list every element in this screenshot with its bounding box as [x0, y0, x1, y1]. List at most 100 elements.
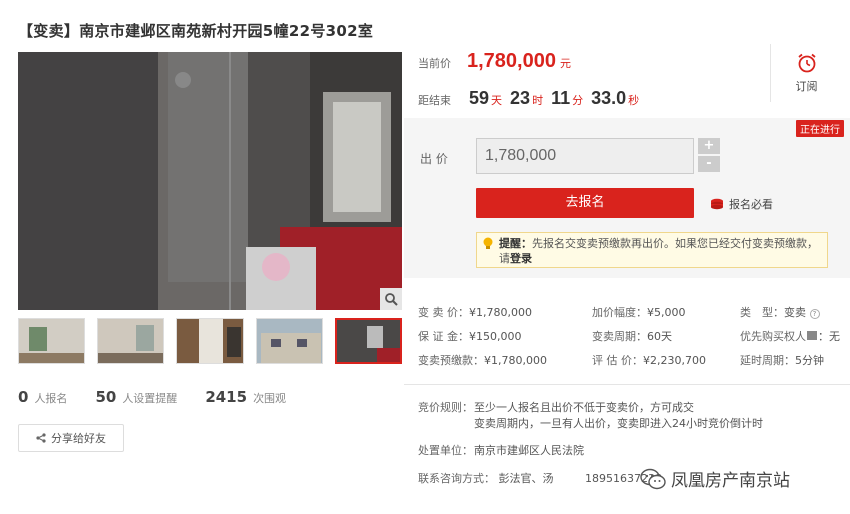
thumbnail-image: [98, 319, 164, 363]
info-key: 加价幅度：: [592, 306, 647, 319]
thumbnail-image: [177, 319, 243, 363]
court-label: 处置单位：: [418, 444, 473, 457]
thumbnail[interactable]: [97, 318, 165, 364]
thumbnail[interactable]: [176, 318, 244, 364]
must-read-link[interactable]: 报名必看: [710, 196, 773, 212]
must-read-label: 报名必看: [729, 198, 773, 211]
thumbnail-active[interactable]: [334, 318, 402, 364]
status-badge: 正在进行: [796, 120, 844, 137]
signup-button[interactable]: 去报名: [476, 188, 694, 218]
countdown-row: 距结束 59 天 23 时 11 分 33.0 秒: [418, 88, 647, 109]
bathroom-photo: [18, 52, 402, 310]
info-value: 变卖: [784, 306, 806, 319]
countdown-seconds: 33.0: [591, 88, 627, 108]
price-value: 1,780,000: [467, 50, 556, 72]
share-icon: [36, 433, 46, 443]
info-icon: [807, 331, 817, 340]
info-key: 优先购买权人: [740, 330, 806, 343]
price-unit: 元: [559, 57, 571, 70]
magnifier-icon: [385, 293, 398, 306]
info-row: 保 证 金：¥150,000 变卖周期：60天 优先购买权人 ：无: [418, 324, 848, 348]
stat-number: 0: [18, 388, 29, 406]
stat-reminders: 50 人设置提醒: [95, 388, 177, 406]
wechat-icon: [640, 468, 666, 489]
rules-line-1: 至少一人报名且出价不低于变卖价，方可成交: [474, 401, 694, 414]
court-value: 南京市建邺区人民法院: [474, 444, 584, 457]
rules-line-2: 变卖周期内，一旦有人出价，变卖即进入24小时竞价倒计时: [474, 417, 763, 430]
watermark-text: 凤凰房产南京站: [671, 471, 790, 491]
info-value: ：无: [818, 330, 840, 343]
share-button[interactable]: 分享给好友: [18, 424, 124, 452]
countdown-days-unit: 天: [491, 94, 503, 107]
thumbnail-strip: [18, 318, 402, 366]
notice-text-2: 请: [499, 252, 510, 265]
contact-names: 彭法官、汤: [498, 472, 554, 485]
info-key: 评 估 价：: [592, 354, 643, 367]
countdown-hours-unit: 时: [532, 94, 544, 107]
stat-unit: 次围观: [253, 392, 287, 405]
bid-rules: 竞价规则：至少一人报名且出价不低于变卖价，方可成交 变卖周期内，一旦有人出价，变…: [418, 400, 763, 432]
login-link[interactable]: 登录: [510, 252, 532, 265]
alarm-clock-icon: [797, 53, 816, 73]
thumbnail-image: [336, 320, 400, 362]
info-key: 变 卖 价：: [418, 306, 469, 319]
bid-panel: 正在进行 出 价 1,780,000 + - 去报名 报名必看 提醒：先报名交变…: [404, 118, 850, 278]
info-value: 60天: [647, 330, 672, 343]
countdown-minutes-unit: 分: [572, 94, 584, 107]
main-photo[interactable]: [18, 52, 402, 310]
page-title: 【变卖】南京市建邺区南苑新村开园5幢22号302室: [18, 22, 374, 40]
info-value: ¥150,000: [469, 330, 522, 343]
info-value: ¥5,000: [647, 306, 686, 319]
info-value: 5分钟: [795, 354, 824, 367]
subscribe-label: 订阅: [795, 80, 818, 93]
thumbnail[interactable]: [255, 318, 323, 364]
thumbnail-image: [19, 319, 85, 363]
lightbulb-icon: [483, 237, 493, 249]
countdown-label: 距结束: [418, 94, 451, 107]
countdown-days: 59: [469, 88, 490, 108]
price-label: 当前价: [418, 57, 451, 70]
rules-label: 竞价规则：: [418, 401, 473, 414]
stat-unit: 人报名: [34, 392, 68, 405]
stat-number: 50: [95, 388, 117, 406]
info-row: 变卖预缴款：¥1,780,000 评 估 价：¥2,230,700 延时周期：5…: [418, 348, 848, 372]
auction-info: 变 卖 价：¥1,780,000 加价幅度：¥5,000 类 型：变卖 ? 保 …: [418, 300, 848, 372]
info-value: ¥2,230,700: [643, 354, 706, 367]
stat-signups: 0 人报名: [18, 388, 67, 406]
info-key: 保 证 金：: [418, 330, 469, 343]
court-row: 处置单位：南京市建邺区人民法院: [418, 442, 584, 458]
info-key: 变卖周期：: [592, 330, 647, 343]
stat-number: 2415: [205, 388, 248, 406]
stat-views: 2415 次围观: [205, 388, 286, 406]
bid-label: 出 价: [420, 152, 448, 166]
info-key: 变卖预缴款：: [418, 354, 484, 367]
zoom-button[interactable]: [380, 288, 402, 310]
info-row: 变 卖 价：¥1,780,000 加价幅度：¥5,000 类 型：变卖 ?: [418, 300, 848, 324]
increase-bid-button[interactable]: +: [698, 138, 720, 154]
countdown-seconds-unit: 秒: [628, 94, 640, 107]
help-icon[interactable]: ?: [809, 309, 820, 319]
notice-title: 提醒：: [499, 237, 532, 250]
info-value: ¥1,780,000: [484, 354, 547, 367]
contact-row: 联系咨询方式： 彭法官、汤 18951637238: [418, 470, 662, 486]
bid-amount-input[interactable]: 1,780,000: [476, 138, 694, 174]
notice-box: 提醒：先报名交变卖预缴款再出价。如果您已经交付变卖预缴款， 请登录: [476, 232, 828, 268]
countdown-minutes: 11: [551, 88, 571, 108]
info-key: 类 型：: [740, 306, 784, 319]
watermark: 凤凰房产南京站: [640, 466, 790, 491]
divider: [404, 384, 850, 385]
stat-unit: 人设置提醒: [122, 392, 178, 405]
coins-icon: [711, 198, 723, 210]
info-key: 延时周期：: [740, 354, 795, 367]
subscribe-button[interactable]: 订阅: [770, 44, 842, 102]
notice-text: 先报名交变卖预缴款再出价。如果您已经交付变卖预缴款，: [532, 237, 818, 250]
stats-row: 0 人报名 50 人设置提醒 2415 次围观: [18, 388, 314, 406]
thumbnail-image: [256, 319, 322, 363]
share-label: 分享给好友: [51, 432, 106, 445]
thumbnail[interactable]: [18, 318, 86, 364]
current-price-row: 当前价 1,780,000 元: [418, 50, 571, 73]
decrease-bid-button[interactable]: -: [698, 156, 720, 172]
info-value: ¥1,780,000: [469, 306, 532, 319]
contact-label: 联系咨询方式：: [418, 472, 495, 485]
countdown-hours: 23: [510, 88, 531, 108]
